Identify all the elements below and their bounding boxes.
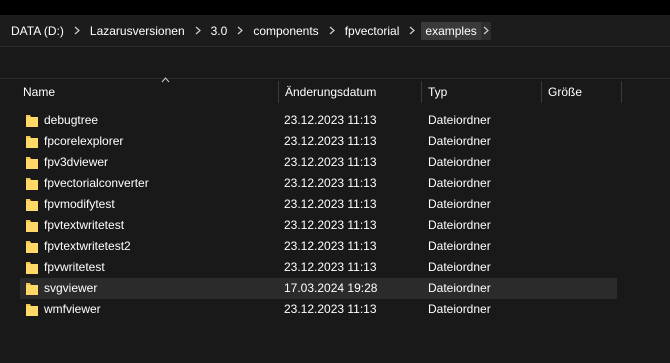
folder-icon: [26, 178, 38, 190]
file-row[interactable]: debugtree 23.12.2023 11:13 Dateiordner: [20, 110, 617, 131]
folder-icon: [26, 241, 38, 253]
file-row[interactable]: fpvtextwritetest2 23.12.2023 11:13 Datei…: [20, 236, 617, 257]
breadcrumb-item-lazarusversionen[interactable]: Lazarusversionen: [88, 22, 187, 40]
file-type: Dateiordner: [428, 239, 491, 253]
window-top-bar: [0, 0, 670, 15]
file-row[interactable]: fpv3dviewer 23.12.2023 11:13 Dateiordner: [20, 152, 617, 173]
column-header-date-label: Änderungsdatum: [285, 85, 377, 99]
folder-icon: [26, 199, 38, 211]
file-row[interactable]: fpvmodifytest 23.12.2023 11:13 Dateiordn…: [20, 194, 617, 215]
file-date: 23.12.2023 11:13: [284, 218, 377, 232]
file-type: Dateiordner: [428, 260, 491, 274]
chevron-right-icon[interactable]: [401, 26, 423, 37]
file-date: 23.12.2023 11:13: [284, 302, 377, 316]
file-name: debugtree: [44, 113, 99, 127]
file-type: Dateiordner: [428, 302, 491, 316]
file-date: 23.12.2023 11:13: [284, 155, 377, 169]
folder-icon: [26, 262, 38, 274]
column-header-size-label: Größe: [548, 85, 583, 99]
folder-icon: [26, 136, 38, 148]
breadcrumb-item-components[interactable]: components: [251, 22, 320, 40]
file-date: 23.12.2023 11:13: [284, 239, 377, 253]
file-date: 23.12.2023 11:13: [284, 113, 377, 127]
file-type: Dateiordner: [428, 218, 491, 232]
sort-ascending-icon: [161, 75, 170, 85]
column-divider[interactable]: [621, 81, 622, 103]
file-name: wmfviewer: [44, 302, 101, 316]
chevron-right-icon[interactable]: [480, 22, 491, 40]
file-row-selected[interactable]: svgviewer 17.03.2024 19:28 Dateiordner: [20, 278, 617, 299]
file-name: fpvtextwritetest2: [44, 239, 131, 253]
file-name: fpvectorialconverter: [44, 176, 149, 190]
breadcrumb-item-version[interactable]: 3.0: [209, 22, 230, 40]
column-header-name-label: Name: [23, 85, 56, 99]
file-row[interactable]: fpvectorialconverter 23.12.2023 11:13 Da…: [20, 173, 617, 194]
file-row[interactable]: fpvwritetest 23.12.2023 11:13 Dateiordne…: [20, 257, 617, 278]
file-name: fpvwritetest: [44, 260, 105, 274]
file-type: Dateiordner: [428, 281, 491, 295]
folder-icon: [26, 304, 38, 316]
folder-icon: [26, 157, 38, 169]
file-name: fpvmodifytest: [44, 197, 115, 211]
toolbar-area: [0, 47, 670, 79]
file-type: Dateiordner: [428, 155, 491, 169]
file-type: Dateiordner: [428, 176, 491, 190]
file-date: 17.03.2024 19:28: [284, 281, 378, 295]
column-header-size[interactable]: Größe: [542, 79, 622, 105]
file-row[interactable]: fpvtextwritetest 23.12.2023 11:13 Dateio…: [20, 215, 617, 236]
file-date: 23.12.2023 11:13: [284, 134, 377, 148]
file-name: fpcorelexplorer: [44, 134, 124, 148]
folder-icon: [26, 283, 38, 295]
file-date: 23.12.2023 11:13: [284, 176, 377, 190]
file-name: fpv3dviewer: [44, 155, 109, 169]
file-name: svgviewer: [44, 281, 98, 295]
file-row[interactable]: fpcorelexplorer 23.12.2023 11:13 Dateior…: [20, 131, 617, 152]
address-bar[interactable]: DATA (D:) Lazarusversionen 3.0 component…: [0, 15, 670, 47]
column-header-date[interactable]: Änderungsdatum: [279, 79, 422, 105]
folder-icon: [26, 115, 38, 127]
folder-icon: [26, 220, 38, 232]
column-header-row: Name Änderungsdatum Typ Größe: [0, 77, 670, 105]
chevron-right-icon[interactable]: [66, 26, 88, 37]
column-header-type-label: Typ: [428, 85, 448, 99]
chevron-right-icon[interactable]: [229, 26, 251, 37]
file-date: 23.12.2023 11:13: [284, 197, 377, 211]
column-header-name[interactable]: Name: [17, 77, 279, 105]
file-row[interactable]: wmfviewer 23.12.2023 11:13 Dateiordner: [20, 299, 617, 320]
file-type: Dateiordner: [428, 197, 491, 211]
breadcrumb-item-drive[interactable]: DATA (D:): [9, 22, 66, 40]
breadcrumb-item-examples[interactable]: examples: [421, 22, 481, 40]
file-date: 23.12.2023 11:13: [284, 260, 377, 274]
column-header-type[interactable]: Typ: [422, 79, 542, 105]
breadcrumb-item-fpvectorial[interactable]: fpvectorial: [343, 22, 402, 40]
chevron-right-icon[interactable]: [321, 26, 343, 37]
chevron-right-icon[interactable]: [187, 26, 209, 37]
file-type: Dateiordner: [428, 134, 491, 148]
file-name: fpvtextwritetest: [44, 218, 125, 232]
breadcrumb[interactable]: DATA (D:) Lazarusversionen 3.0 component…: [0, 15, 491, 47]
file-type: Dateiordner: [428, 113, 491, 127]
